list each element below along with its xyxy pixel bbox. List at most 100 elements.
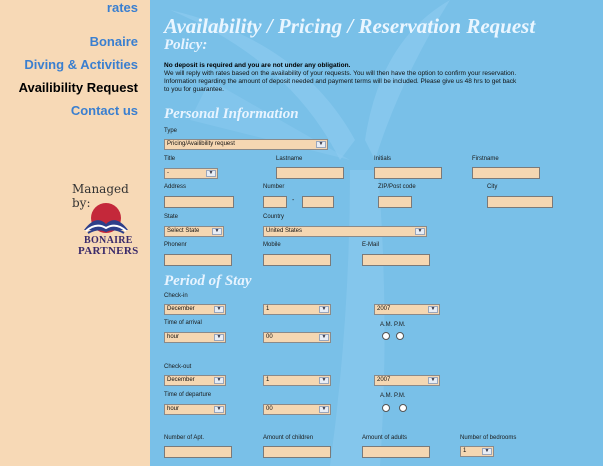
sidebar-item-rates[interactable]: rates bbox=[107, 0, 138, 15]
checkout-month-select[interactable]: December ▼ bbox=[164, 375, 226, 386]
title-label: Title bbox=[164, 156, 176, 162]
state-select-value: Select State bbox=[167, 228, 200, 234]
phone-label: Phonenr bbox=[164, 242, 187, 248]
children-count-label: Amount of children bbox=[263, 435, 314, 441]
policy-heading: Policy: bbox=[164, 37, 208, 53]
country-label: Country bbox=[263, 214, 285, 220]
lastname-field[interactable] bbox=[276, 167, 344, 179]
country-select-value: United States bbox=[266, 228, 303, 234]
checkout-day-value: 1 bbox=[266, 377, 270, 383]
departure-minute-value: 00 bbox=[266, 406, 273, 412]
firstname-label: Firstname bbox=[472, 156, 499, 162]
checkout-year-select[interactable]: 2007 ▼ bbox=[374, 375, 440, 386]
type-select-value: Pricing/Availibility request bbox=[167, 141, 235, 147]
main-content: Availability / Pricing / Reservation Req… bbox=[150, 0, 603, 466]
address-label: Address bbox=[164, 184, 187, 190]
checkin-day-select[interactable]: 1 ▼ bbox=[263, 304, 331, 315]
checkin-month-select[interactable]: December ▼ bbox=[164, 304, 226, 315]
bedrooms-select[interactable]: 1 ▼ bbox=[460, 446, 494, 457]
chevron-down-icon: ▼ bbox=[482, 448, 492, 455]
chevron-down-icon: ▼ bbox=[212, 228, 222, 235]
number-field[interactable] bbox=[263, 196, 287, 208]
personal-info-heading: Personal Information bbox=[164, 106, 299, 122]
checkout-year-value: 2007 bbox=[377, 377, 391, 383]
arrival-minute-value: 00 bbox=[266, 334, 273, 340]
checkin-label: Check-in bbox=[164, 293, 188, 299]
sidebar-item-contact-us[interactable]: Contact us bbox=[71, 103, 138, 118]
mobile-label: Mobile bbox=[263, 242, 281, 248]
checkin-year-value: 2007 bbox=[377, 306, 391, 312]
chevron-down-icon: ▼ bbox=[214, 406, 224, 413]
state-label: State bbox=[164, 214, 179, 220]
adults-count-label: Amount of adults bbox=[362, 435, 408, 441]
chevron-down-icon: ▼ bbox=[214, 306, 224, 313]
checkin-year-select[interactable]: 2007 ▼ bbox=[374, 304, 440, 315]
departure-hour-select[interactable]: hour ▼ bbox=[164, 404, 226, 415]
sidebar-item-bonaire[interactable]: Bonaire bbox=[90, 34, 138, 49]
chevron-down-icon: ▼ bbox=[316, 141, 326, 148]
departure-label: Time of departure bbox=[164, 392, 212, 398]
chevron-down-icon: ▼ bbox=[428, 306, 438, 313]
title-select[interactable]: - ▼ bbox=[164, 168, 218, 179]
chevron-down-icon: ▼ bbox=[214, 334, 224, 341]
arrival-ampm-labels: A.M. P.M. bbox=[380, 322, 406, 328]
bedrooms-select-value: 1 bbox=[463, 448, 467, 454]
number-label: Number bbox=[263, 184, 285, 190]
arrival-label: Time of arrival bbox=[164, 320, 202, 326]
title-select-value: - bbox=[167, 170, 169, 176]
departure-pm-radio[interactable] bbox=[399, 404, 407, 412]
country-select[interactable]: United States ▼ bbox=[263, 226, 427, 237]
city-label: City bbox=[487, 184, 498, 190]
address-field[interactable] bbox=[164, 196, 234, 208]
chevron-down-icon: ▼ bbox=[319, 377, 329, 384]
children-count-field[interactable] bbox=[263, 446, 331, 458]
zip-field[interactable] bbox=[378, 196, 412, 208]
chevron-down-icon: ▼ bbox=[428, 377, 438, 384]
sidebar: rates Bonaire Diving & Activities Availi… bbox=[0, 0, 150, 466]
sidebar-item-availability-request[interactable]: Availibility Request bbox=[19, 80, 138, 95]
lastname-label: Lastname bbox=[276, 156, 303, 162]
checkout-month-value: December bbox=[167, 377, 195, 383]
checkin-month-value: December bbox=[167, 306, 195, 312]
arrival-hour-value: hour bbox=[167, 334, 180, 340]
email-label: E-Mail bbox=[362, 242, 380, 248]
apt-count-label: Number of Apt. bbox=[164, 435, 205, 441]
mobile-field[interactable] bbox=[263, 254, 331, 266]
checkout-label: Check-out bbox=[164, 364, 192, 370]
chevron-down-icon: ▼ bbox=[415, 228, 425, 235]
number-suffix-field[interactable] bbox=[302, 196, 334, 208]
policy-bold-text: No deposit is required and you are not u… bbox=[164, 62, 351, 69]
zip-label: ZIP/Post code bbox=[378, 184, 416, 190]
checkin-day-value: 1 bbox=[266, 306, 270, 312]
arrival-am-radio[interactable] bbox=[382, 332, 390, 340]
sidebar-item-diving-activities[interactable]: Diving & Activities bbox=[24, 57, 138, 72]
checkout-day-select[interactable]: 1 ▼ bbox=[263, 375, 331, 386]
initials-field[interactable] bbox=[374, 167, 442, 179]
chevron-down-icon: ▼ bbox=[214, 377, 224, 384]
type-label: Type bbox=[164, 128, 178, 134]
arrival-pm-radio[interactable] bbox=[396, 332, 404, 340]
firstname-field[interactable] bbox=[472, 167, 540, 179]
period-of-stay-heading: Period of Stay bbox=[164, 273, 252, 289]
state-select[interactable]: Select State ▼ bbox=[164, 226, 224, 237]
phone-field[interactable] bbox=[164, 254, 232, 266]
city-field[interactable] bbox=[487, 196, 553, 208]
policy-line-1: We will reply with rates based on the av… bbox=[164, 70, 517, 77]
adults-count-field[interactable] bbox=[362, 446, 430, 458]
number-separator: - bbox=[292, 197, 295, 204]
arrival-hour-select[interactable]: hour ▼ bbox=[164, 332, 226, 343]
departure-ampm-labels: A.M. P.M. bbox=[380, 393, 406, 399]
departure-minute-select[interactable]: 00 ▼ bbox=[263, 404, 331, 415]
chevron-down-icon: ▼ bbox=[206, 170, 216, 177]
arrival-minute-select[interactable]: 00 ▼ bbox=[263, 332, 331, 343]
policy-line-3: to you for guarantee. bbox=[164, 86, 224, 93]
type-select[interactable]: Pricing/Availibility request ▼ bbox=[164, 139, 328, 150]
apt-count-field[interactable] bbox=[164, 446, 232, 458]
chevron-down-icon: ▼ bbox=[319, 334, 329, 341]
departure-am-radio[interactable] bbox=[382, 404, 390, 412]
departure-hour-value: hour bbox=[167, 406, 180, 412]
initials-label: Initials bbox=[374, 156, 392, 162]
policy-line-2: Information regarding the amount of depo… bbox=[164, 78, 517, 85]
page-title: Availability / Pricing / Reservation Req… bbox=[164, 14, 536, 38]
email-field[interactable] bbox=[362, 254, 430, 266]
